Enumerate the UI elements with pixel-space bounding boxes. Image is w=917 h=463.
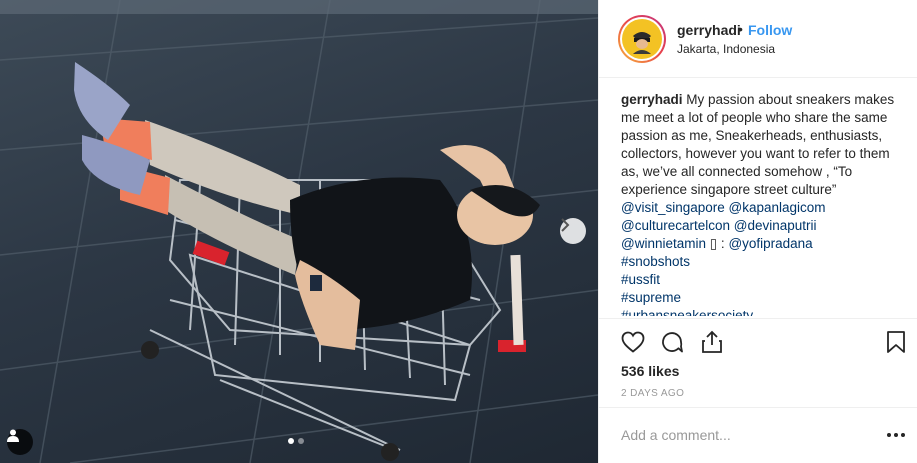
comment-section	[599, 407, 917, 463]
instagram-post: gerryhadi • Follow Jakarta, Indonesia ge…	[0, 0, 917, 463]
save-button[interactable]	[882, 328, 910, 356]
mention-link[interactable]: @kapanlagicom	[729, 200, 826, 215]
user-tag-icon	[7, 429, 19, 442]
chevron-right-icon	[561, 218, 570, 232]
hashtag-link[interactable]: #supreme	[621, 290, 681, 305]
comment-input[interactable]	[621, 424, 861, 446]
mention-link[interactable]: @devinaputrii	[734, 218, 817, 233]
profile-picture	[622, 19, 662, 59]
caption-username[interactable]: gerryhadi	[621, 92, 683, 107]
more-options-button[interactable]	[886, 425, 906, 445]
caption-text: My passion about sneakers makes me meet …	[621, 92, 895, 197]
post-location[interactable]: Jakarta, Indonesia	[677, 42, 775, 56]
bookmark-icon	[887, 331, 905, 353]
share-icon	[702, 330, 722, 353]
post-timestamp[interactable]: 2 DAYS AGO	[621, 388, 684, 399]
post-caption: gerryhadi My passion about sneakers make…	[621, 91, 901, 316]
share-button[interactable]	[698, 328, 726, 356]
post-username[interactable]: gerryhadi	[677, 22, 741, 38]
next-photo-button[interactable]	[560, 218, 586, 244]
mention-link[interactable]: @winnietamin	[621, 236, 706, 251]
carousel-indicator	[288, 438, 304, 444]
mention-link[interactable]: @yofipradana	[728, 236, 812, 251]
carousel-dot-active	[288, 438, 294, 444]
carousel-dot	[298, 438, 304, 444]
avatar[interactable]	[618, 15, 666, 63]
tagged-users-button[interactable]	[7, 429, 33, 455]
post-header: gerryhadi • Follow Jakarta, Indonesia	[599, 0, 917, 78]
comment-button[interactable]	[658, 328, 686, 356]
hashtag-link[interactable]: #ussfit	[621, 272, 660, 287]
more-options-icon	[887, 433, 891, 437]
mention-link[interactable]: @visit_singapore	[621, 200, 725, 215]
likes-count[interactable]: 536 likes	[621, 363, 679, 379]
mention-link[interactable]: @culturecartelcon	[621, 218, 730, 233]
avatar-illustration	[633, 32, 651, 54]
like-button[interactable]	[619, 328, 647, 356]
hashtag-link[interactable]: #snobshots	[621, 254, 690, 269]
hashtag-link[interactable]: #urbansneakersociety	[621, 308, 753, 316]
post-photo[interactable]	[0, 0, 598, 463]
separator-bullet: •	[738, 21, 743, 37]
heart-icon	[621, 331, 645, 353]
caption-links: @visit_singapore @kapanlagicom @cultureca…	[621, 200, 826, 316]
post-actions: 536 likes 2 DAYS AGO	[599, 318, 917, 407]
comment-icon	[662, 332, 683, 353]
photo-illustration	[0, 0, 598, 463]
follow-button[interactable]: Follow	[748, 22, 792, 38]
post-side-panel: gerryhadi • Follow Jakarta, Indonesia ge…	[598, 0, 917, 463]
